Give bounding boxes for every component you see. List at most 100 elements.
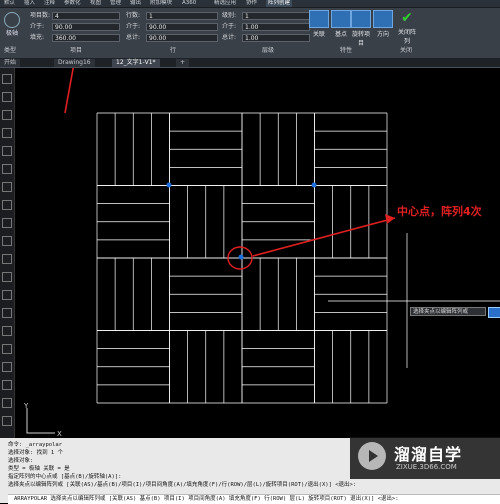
grip-point bbox=[166, 182, 172, 188]
polar-type-button[interactable]: 极轴 bbox=[2, 12, 22, 42]
field-label: 总计: bbox=[222, 34, 237, 41]
menu-item[interactable]: A360 bbox=[182, 0, 196, 7]
annotation-arrow-right bbox=[252, 217, 396, 257]
array-option-icon bbox=[331, 10, 351, 28]
close-check-icon: ✔ bbox=[401, 10, 413, 26]
draw-tool-icon[interactable] bbox=[2, 182, 12, 192]
field-label: 行数: bbox=[126, 12, 141, 19]
array-option-icon bbox=[373, 10, 393, 28]
watermark: 溜溜自学 ZIXUE.3D66.COM bbox=[350, 437, 500, 479]
menu-item[interactable]: 注释 bbox=[44, 0, 55, 7]
field-input[interactable]: 90.00 bbox=[52, 23, 120, 31]
field-label: 介于: bbox=[222, 23, 237, 30]
command-history-line: 选择夹点以编辑阵列或 [关联(AS)/基点(B)/项目(I)/项目间角度(A)/… bbox=[8, 482, 357, 488]
panel-label: 层级 bbox=[262, 47, 275, 54]
menu-item[interactable]: 视图 bbox=[90, 0, 101, 7]
new-tab-button[interactable]: + bbox=[176, 59, 190, 67]
field-input[interactable]: 4 bbox=[52, 12, 120, 20]
ribbon-button-label: 关联 bbox=[312, 31, 325, 38]
field-input[interactable]: 360.00 bbox=[52, 34, 120, 42]
menu-item[interactable]: 默认 bbox=[4, 0, 15, 7]
menu-item[interactable]: 管理 bbox=[110, 0, 121, 7]
draw-tool-icon[interactable] bbox=[2, 362, 12, 372]
draw-tool-icon[interactable] bbox=[2, 146, 12, 156]
ribbon-button[interactable]: 旋转项目 bbox=[350, 10, 372, 47]
ribbon-button[interactable]: 基点 bbox=[330, 10, 352, 42]
menu-item[interactable]: 参数化 bbox=[64, 0, 81, 7]
watermark-url: ZIXUE.3D66.COM bbox=[396, 463, 457, 471]
menu-item[interactable]: 阵列创建 bbox=[266, 0, 293, 7]
polar-array-icon bbox=[4, 12, 20, 28]
draw-tool-icon[interactable] bbox=[2, 380, 12, 390]
drawing-canvas[interactable]: Y X 中心点，阵列4次 bbox=[15, 57, 500, 438]
draw-tool-icon[interactable] bbox=[2, 236, 12, 246]
field-input[interactable]: 90.00 bbox=[146, 34, 218, 42]
field-label: 项目数: bbox=[30, 12, 51, 19]
grip-point-center bbox=[238, 254, 244, 260]
field-input[interactable]: 1 bbox=[146, 12, 218, 20]
ribbon-button[interactable]: ✔ 关闭阵列 bbox=[396, 10, 418, 45]
ribbon-button-label: 旋转项目 bbox=[351, 31, 370, 47]
watermark-title: 溜溜自学 bbox=[394, 445, 463, 464]
menu-item[interactable]: 精选应用 bbox=[214, 0, 236, 7]
field-input[interactable]: 1.00 bbox=[242, 34, 310, 42]
document-tab[interactable]: 12_文字1-V1* bbox=[112, 59, 160, 67]
draw-tool-icon[interactable] bbox=[2, 128, 12, 138]
ucs-x-label: X bbox=[57, 430, 62, 438]
drawing-svg: Y X bbox=[23, 57, 500, 438]
draw-tool-icon[interactable] bbox=[2, 110, 12, 120]
grip-point bbox=[311, 182, 317, 188]
field-input[interactable]: 1 bbox=[242, 12, 310, 20]
draw-tool-icon[interactable] bbox=[2, 290, 12, 300]
field-input[interactable]: 90.00 bbox=[146, 23, 218, 31]
draw-tool-icon[interactable] bbox=[2, 326, 12, 336]
ribbon-button[interactable]: 关联 bbox=[308, 10, 330, 42]
draw-tool-icon[interactable] bbox=[2, 92, 12, 102]
ucs-y-label: Y bbox=[23, 402, 29, 410]
menu-item[interactable]: 插入 bbox=[24, 0, 35, 7]
annotation-arrow-upper bbox=[64, 57, 76, 114]
draw-tool-icon[interactable] bbox=[2, 308, 12, 318]
draw-tool-icon[interactable] bbox=[2, 200, 12, 210]
field-label: 介于: bbox=[126, 23, 141, 30]
play-logo-icon bbox=[358, 442, 386, 470]
command-history-line: 类型 = 极轴 关联 = 是 bbox=[8, 466, 70, 472]
field-input[interactable]: 1.00 bbox=[242, 23, 310, 31]
field-label: 填充: bbox=[30, 34, 45, 41]
draw-tool-icon[interactable] bbox=[2, 272, 12, 282]
document-tab[interactable]: Drawing16 bbox=[54, 59, 95, 67]
menu-item[interactable]: 附加模块 bbox=[150, 0, 172, 7]
command-history-line: 选择对象: bbox=[8, 458, 34, 464]
panel-label: 特性 bbox=[340, 47, 353, 54]
left-toolbar bbox=[0, 68, 15, 438]
panel-label: 关闭 bbox=[400, 47, 413, 54]
dynamic-input-field[interactable] bbox=[488, 307, 500, 318]
draw-tool-icon[interactable] bbox=[2, 218, 12, 228]
menu-item[interactable]: 输出 bbox=[130, 0, 141, 7]
command-history-line: 指定阵列的中心点或 [基点(B)/旋转轴(A)]: bbox=[8, 474, 122, 480]
polar-type-label: 极轴 bbox=[5, 30, 18, 37]
field-label: 介于: bbox=[30, 23, 45, 30]
field-label: 总计: bbox=[126, 34, 141, 41]
ribbon-button-label: 方向 bbox=[376, 31, 389, 38]
grip-tooltip: 选择夹点以编辑阵列或 bbox=[410, 307, 486, 316]
ribbon-button-label: 关闭阵列 bbox=[397, 29, 416, 45]
draw-tool-icon[interactable] bbox=[2, 74, 12, 84]
draw-tool-icon[interactable] bbox=[2, 398, 12, 408]
ribbon-button[interactable]: 方向 bbox=[372, 10, 394, 42]
document-tab[interactable]: 开始 bbox=[0, 59, 21, 67]
draw-tool-icon[interactable] bbox=[2, 416, 12, 426]
panel-label: 类型 bbox=[4, 47, 17, 54]
ucs-icon bbox=[26, 408, 55, 434]
panel-label: 项目 bbox=[70, 47, 83, 54]
array-option-icon bbox=[351, 10, 371, 28]
menu-item[interactable]: 协作 bbox=[246, 0, 257, 7]
command-history-line: 命令: _arraypolar bbox=[8, 442, 63, 448]
array-option-icon bbox=[309, 10, 329, 28]
draw-tool-icon[interactable] bbox=[2, 254, 12, 264]
draw-tool-icon[interactable] bbox=[2, 344, 12, 354]
ribbon: 极轴 项目数: 4 介于: 90.00 填充: 360.00 行数: 1 介于: 90.00 总计… bbox=[0, 8, 500, 59]
draw-tool-icon[interactable] bbox=[2, 164, 12, 174]
command-history-line: 选择对象: 找到 1 个 bbox=[8, 450, 64, 456]
menu-bar: 默认 插入 注释 参数化 视图 管理 输出 附加模块 A360 精选应用 协作 阵列创建 bbox=[0, 0, 500, 8]
